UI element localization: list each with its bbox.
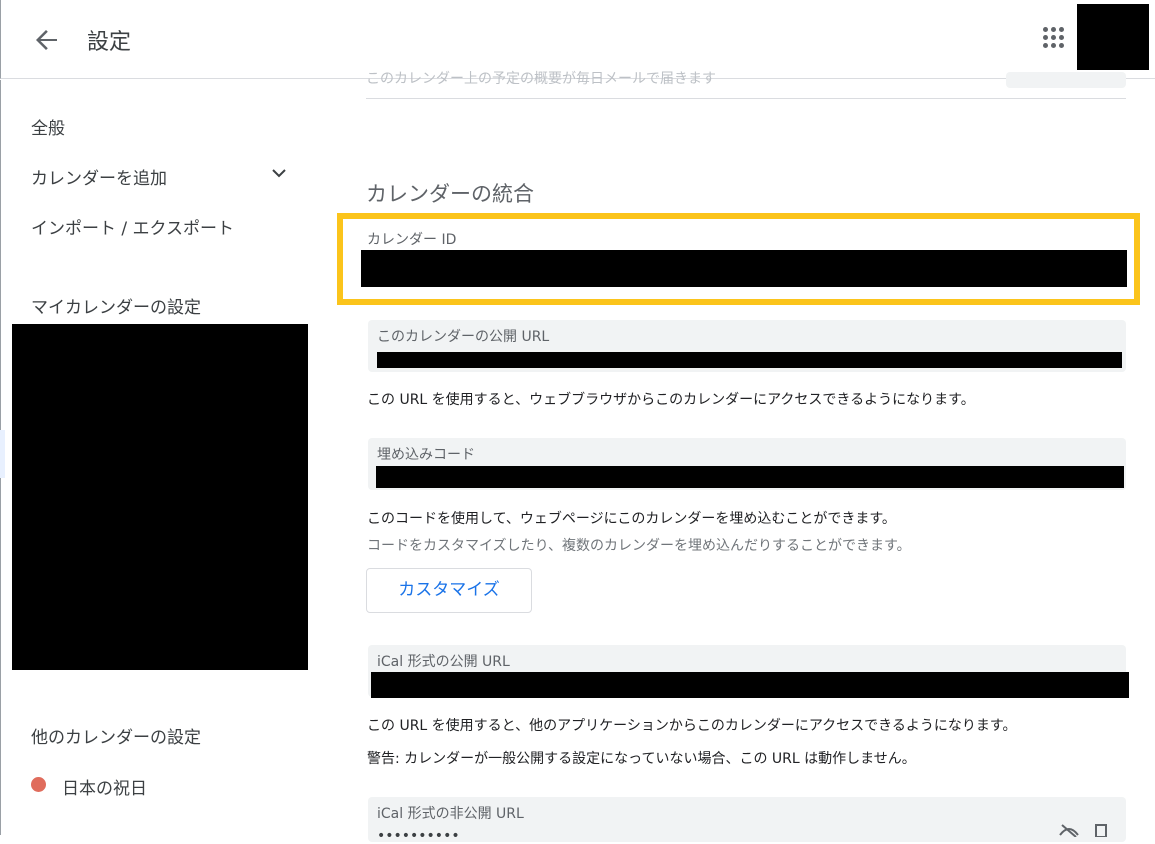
public-url-value	[377, 352, 1122, 368]
ical-public-url-value	[371, 672, 1129, 698]
selection-indicator	[0, 430, 5, 478]
ical-private-url-value: ••••••••••	[377, 828, 460, 844]
ical-public-url-label: iCal 形式の公開 URL	[377, 654, 510, 670]
divider	[366, 98, 1126, 99]
ical-public-description: この URL を使用すると、他のアプリケーションからこのカレンダーにアクセスでき…	[367, 718, 1017, 734]
customize-button[interactable]: カスタマイズ	[366, 568, 532, 613]
sidebar-item-import-export[interactable]: インポート / エクスポート	[31, 214, 234, 239]
sidebar-item-japan-holidays[interactable]: 日本の祝日	[62, 774, 147, 799]
public-url-description: この URL を使用すると、ウェブブラウザからこのカレンダーにアクセスできるよう…	[367, 392, 975, 408]
avatar[interactable]	[1077, 4, 1149, 70]
embed-description: このコードを使用して、ウェブページにこのカレンダーを埋め込むことができます。	[367, 511, 896, 527]
calendar-color-dot	[31, 777, 46, 792]
embed-code-label: 埋め込みコード	[377, 447, 475, 463]
daily-agenda-select[interactable]	[1006, 72, 1126, 88]
apps-grid-icon[interactable]	[1041, 25, 1069, 53]
sidebar-section-my-calendars[interactable]: マイカレンダーの設定	[31, 293, 201, 318]
embed-code-value	[376, 466, 1124, 488]
calendar-id-label: カレンダー ID	[367, 232, 457, 248]
sidebar-item-general[interactable]: 全般	[31, 114, 65, 139]
copy-icon[interactable]	[1090, 822, 1110, 838]
public-url-label: このカレンダーの公開 URL	[377, 329, 550, 345]
ical-private-url-label: iCal 形式の非公開 URL	[377, 806, 524, 822]
my-calendars-list	[12, 324, 308, 670]
visibility-off-icon[interactable]	[1058, 822, 1080, 838]
sidebar-section-other-calendars[interactable]: 他のカレンダーの設定	[31, 723, 201, 748]
sidebar-item-add-calendar[interactable]: カレンダーを追加	[31, 164, 167, 189]
arrow-back-icon[interactable]	[31, 24, 63, 56]
page-title: 設定	[87, 30, 132, 55]
calendar-id-value	[361, 250, 1127, 287]
ical-public-warning: 警告: カレンダーが一般公開する設定になっていない場合、この URL は動作しま…	[367, 751, 916, 767]
section-title: カレンダーの統合	[366, 182, 534, 206]
embed-subdescription: コードをカスタマイズしたり、複数のカレンダーを埋め込んだりすることができます。	[367, 538, 911, 554]
chevron-down-icon[interactable]	[270, 164, 288, 182]
daily-agenda-setting-text: このカレンダー上の予定の概要が毎日メールで届きます	[366, 71, 716, 87]
